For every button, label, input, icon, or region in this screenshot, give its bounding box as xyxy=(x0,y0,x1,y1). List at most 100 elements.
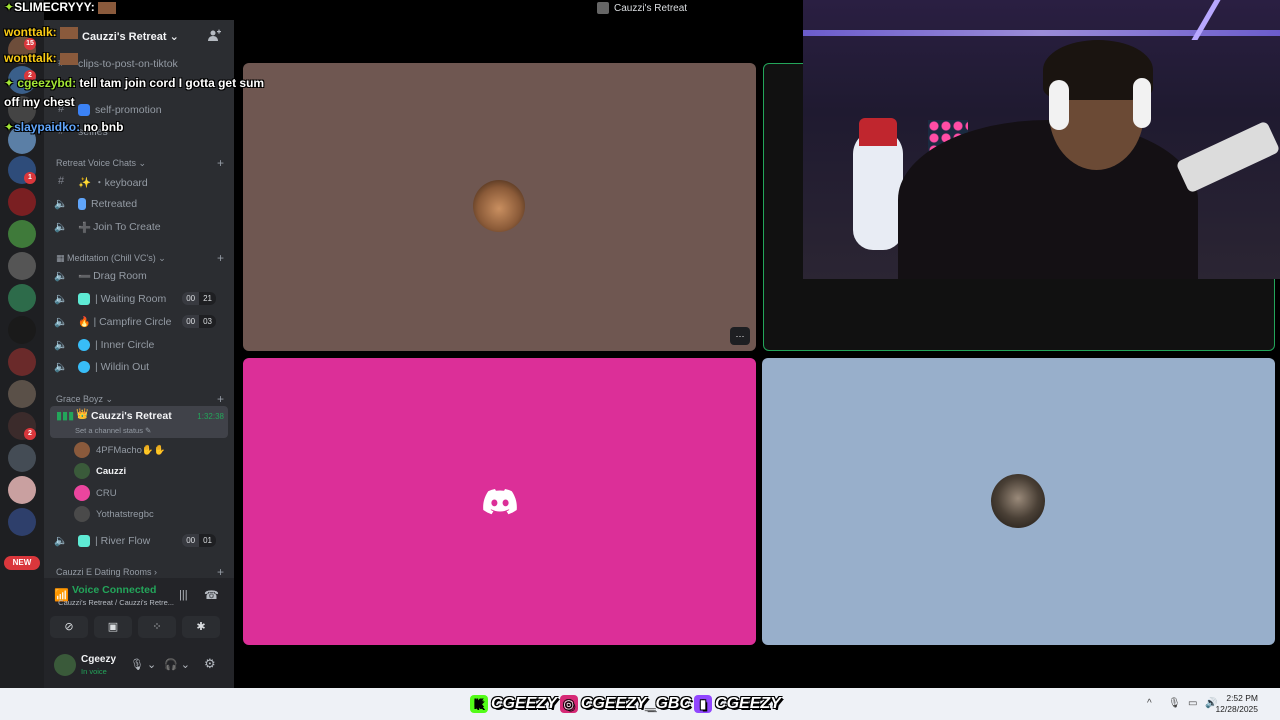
voice-channel[interactable]: 🔈 | River Flow 00 01 xyxy=(54,531,224,551)
voice-location[interactable]: Cauzzi's Retreat / Cauzzi's Retre... xyxy=(50,598,174,607)
count-limit: 03 xyxy=(199,315,216,328)
server-icon[interactable] xyxy=(8,348,36,376)
voice-channel[interactable]: 🔈 | Wildin Out xyxy=(54,357,224,377)
server-icon[interactable] xyxy=(8,380,36,408)
microphone-arm xyxy=(1175,120,1280,194)
channel-label: ・keyboard xyxy=(94,176,148,189)
emoji-icon: ✨ xyxy=(78,176,92,189)
disconnect-icon[interactable]: ☎ xyxy=(204,588,219,602)
category-header[interactable]: Grace Boyz ⌄ xyxy=(56,394,113,405)
sparkle-icon: ✦ xyxy=(4,76,18,90)
voice-user[interactable]: CRU xyxy=(74,483,117,503)
voice-channel[interactable]: 🔈 | Waiting Room 00 21 xyxy=(54,289,224,309)
count-limit: 21 xyxy=(199,292,216,305)
server-icon[interactable] xyxy=(8,508,36,536)
chat-message: off my chest xyxy=(4,95,75,109)
channel-label: Cauzzi's Retreat xyxy=(91,410,172,422)
speaker-icon: 🔈 xyxy=(54,198,68,210)
user-name: 4PFMacho✋✋ xyxy=(96,444,166,456)
voice-channel[interactable]: 🔈 🔥 | Campfire Circle 00 03 xyxy=(54,312,224,332)
sparkle-icon: ✦ xyxy=(4,0,15,14)
video-tile[interactable] xyxy=(243,358,756,645)
headphones-icon[interactable]: 🎧 ⌄ xyxy=(164,658,190,671)
chat-text: tell tam join cord I gotta get sum xyxy=(79,76,265,90)
channel-label: Drag Room xyxy=(93,270,147,282)
count-limit: 01 xyxy=(199,534,216,547)
channel-status-link[interactable]: Set a channel status ✎ xyxy=(75,426,151,435)
plus-icon[interactable]: + xyxy=(217,156,224,170)
chat-username: slaypaidko: xyxy=(14,120,81,134)
channel-label: clips-to-post-on-tiktok xyxy=(78,58,178,70)
server-avatar xyxy=(597,2,609,14)
voice-channel[interactable]: 🔈 ➕ Join To Create xyxy=(54,217,160,237)
unread-badge: 1 xyxy=(24,172,36,184)
voice-user[interactable]: Yothatstregbc xyxy=(74,504,154,524)
server-icon[interactable] xyxy=(8,252,36,280)
speaker-icon: 🔈 xyxy=(54,316,68,328)
microphone-icon[interactable]: 🎙 ⌄ xyxy=(130,658,156,671)
emoji-icon xyxy=(78,293,90,305)
voice-channel[interactable]: 🔈 | Inner Circle xyxy=(54,335,224,355)
activities-icon[interactable]: ⁘ xyxy=(138,616,176,638)
hash-icon: # xyxy=(57,175,65,187)
category-header[interactable]: ▦ Meditation (Chill VC's) ⌄ xyxy=(56,253,166,264)
server-icon[interactable] xyxy=(8,220,36,248)
chat-username: SLIMECRYYY: xyxy=(14,0,95,14)
avatar xyxy=(74,506,90,522)
user-name: Yothatstregbc xyxy=(96,508,154,520)
streamer-body xyxy=(898,120,1198,279)
channel-label: | Wildin Out xyxy=(95,361,150,373)
social-handles: K CGEEZY ◎ CGEEZY_GBC ▮ CGEEZY xyxy=(470,692,781,716)
server-icon[interactable] xyxy=(8,284,36,312)
category-label: Grace Boyz xyxy=(56,394,104,404)
voice-user[interactable]: Cauzzi xyxy=(74,461,126,481)
chat-username: cgeezybd: xyxy=(17,76,77,90)
text-channel[interactable]: # ✨ ・keyboard xyxy=(54,172,148,192)
soundboard-icon[interactable]: ✱ xyxy=(182,616,220,638)
voice-channel[interactable]: 🔈 Retreated xyxy=(54,194,137,214)
network-icon[interactable]: ▭ xyxy=(1188,698,1197,709)
plus-icon[interactable]: + xyxy=(217,565,224,579)
active-voice-channel[interactable]: ▮▮▮ 👑 Cauzzi's Retreat 1:32:38 Set a cha… xyxy=(50,406,228,438)
camera-off-icon[interactable]: ⊘ xyxy=(50,616,88,638)
video-tile[interactable]: ··· xyxy=(243,63,756,351)
server-icon[interactable] xyxy=(8,188,36,216)
twitch-icon: ▮ xyxy=(694,695,713,713)
speaker-icon: 🔈 xyxy=(54,221,68,233)
chat-message: ✦ cgeezybd: tell tam join cord I gotta g… xyxy=(4,76,264,90)
noise-suppression-icon[interactable]: ||| xyxy=(179,589,188,601)
chevron-up-icon[interactable]: ^ xyxy=(1147,698,1152,709)
voice-user[interactable]: 4PFMacho✋✋ xyxy=(74,440,166,460)
add-person-icon[interactable] xyxy=(207,29,221,43)
avatar xyxy=(473,180,525,232)
server-icon[interactable] xyxy=(8,444,36,472)
category-header[interactable]: Cauzzi E Dating Rooms › xyxy=(56,567,157,577)
gear-icon[interactable]: ⚙ xyxy=(204,656,216,672)
avatar[interactable] xyxy=(54,654,76,676)
voice-channel[interactable]: 🔈 ➖ Drag Room xyxy=(54,266,224,286)
count-current: 00 xyxy=(182,315,200,328)
ellipsis-icon[interactable]: ··· xyxy=(730,327,750,345)
taskbar: K CGEEZY ◎ CGEEZY_GBC ▮ CGEEZY ^ 🎙 ▭ 🔊 2… xyxy=(0,688,1280,720)
call-title: Cauzzi's Retreat xyxy=(597,2,687,14)
plus-icon[interactable]: + xyxy=(217,251,224,265)
category-header[interactable]: Retreat Voice Chats ⌄ xyxy=(56,158,146,169)
microphone-icon[interactable]: 🎙 xyxy=(1168,698,1181,709)
count-current: 00 xyxy=(182,292,200,305)
category-icon: ▦ xyxy=(56,253,68,263)
server-icon[interactable] xyxy=(8,316,36,344)
clock-date: 12/28/2025 xyxy=(1215,704,1258,714)
headphones-left xyxy=(1049,80,1069,130)
avatar xyxy=(74,485,90,501)
video-tile[interactable] xyxy=(762,358,1275,645)
kick-icon: K xyxy=(470,695,488,713)
chat-text: no bnb xyxy=(83,120,124,134)
system-clock[interactable]: 2:52 PM 12/28/2025 xyxy=(1215,693,1258,715)
plus-icon[interactable]: + xyxy=(217,392,224,406)
channel-status: Set a channel status xyxy=(75,426,143,435)
server-icon[interactable] xyxy=(8,476,36,504)
screen-share-icon[interactable]: ▣ xyxy=(94,616,132,638)
server-name[interactable]: Cauzzi's Retreat ⌄ xyxy=(82,30,179,43)
call-timer: 1:32:38 xyxy=(197,412,224,421)
handle-label: CGEEZY_GBC xyxy=(580,695,692,712)
